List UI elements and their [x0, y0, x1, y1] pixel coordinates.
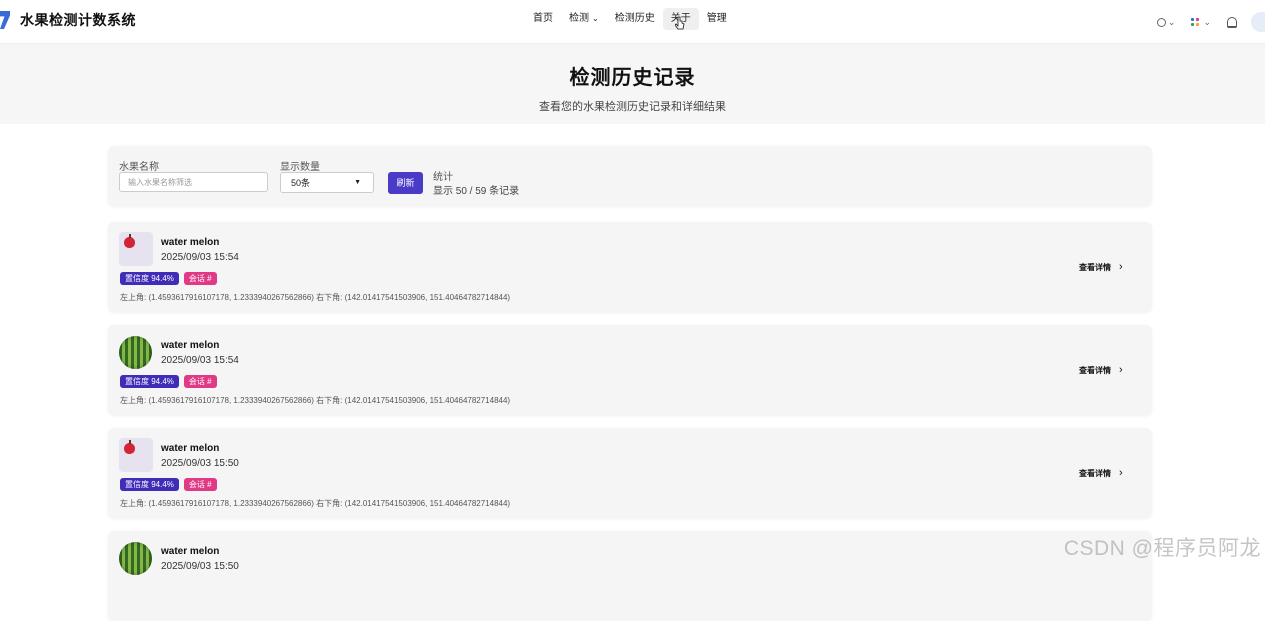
- main-nav: 首页 检测 ⌄ 检测历史 关于 管理: [525, 8, 735, 30]
- apps-grid-icon: [1191, 18, 1200, 26]
- globe-icon: [1156, 17, 1166, 27]
- record-time: 2025/09/03 15:54: [161, 252, 239, 263]
- view-detail-label: 查看详情: [1079, 262, 1111, 272]
- record-name: water melon: [161, 237, 220, 248]
- language-switcher[interactable]: ⌄: [1156, 16, 1176, 28]
- header-tools: ⌄ ⌄: [1141, 12, 1265, 32]
- record-card: water melon 2025/09/03 15:50 置信度 94.4% 会…: [108, 428, 1152, 518]
- watermark: CSDN @程序员阿龙: [1063, 537, 1261, 560]
- refresh-button[interactable]: 刷新: [388, 172, 423, 194]
- view-detail-label: 查看详情: [1079, 468, 1111, 478]
- page-title: 检测历史记录: [569, 67, 696, 89]
- page-subtitle: 查看您的水果检测历史记录和详细结果: [539, 101, 726, 113]
- chevron-right-icon: ›: [1119, 364, 1123, 376]
- fruit-name-label: 水果名称: [119, 162, 159, 173]
- record-name: water melon: [161, 340, 220, 351]
- nav-detect[interactable]: 检测 ⌄: [561, 8, 607, 30]
- nav-detect-label: 检测: [569, 13, 589, 24]
- brand[interactable]: 水果检测计数系统: [0, 10, 136, 30]
- record-card: water melon 2025/09/03 15:54 置信度 94.4% 会…: [108, 222, 1152, 312]
- mouse-cursor-icon: [675, 16, 685, 30]
- chevron-right-icon: ›: [1119, 467, 1123, 479]
- filter-panel: 水果名称 输入水果名称筛选 显示数量 50条 ▼ 刷新 统计 显示 50 / 5…: [108, 146, 1152, 206]
- confidence-badge: 置信度 94.4%: [120, 375, 179, 388]
- fruit-name-input[interactable]: 输入水果名称筛选: [119, 172, 268, 192]
- watermelon-icon: [119, 336, 152, 369]
- bell-icon: [1227, 16, 1237, 28]
- record-time: 2025/09/03 15:54: [161, 355, 239, 366]
- logo-icon: [0, 11, 10, 29]
- bbox-coords: 左上角: (1.4593617916107178, 1.233394026756…: [120, 396, 511, 405]
- session-badge: 会话 #: [183, 375, 217, 388]
- record-card: water melon 2025/09/03 15:54 置信度 94.4% 会…: [108, 325, 1152, 415]
- record-time: 2025/09/03 15:50: [161, 561, 239, 572]
- count-label: 显示数量: [280, 162, 320, 173]
- session-badge: 会话 #: [183, 478, 217, 491]
- chevron-down-icon: ⌄: [1167, 16, 1176, 27]
- view-detail-button[interactable]: 查看详情 ›: [1079, 467, 1123, 479]
- app-title: 水果检测计数系统: [20, 12, 136, 28]
- fruit-thumbnail: [119, 335, 153, 369]
- count-select-value: 50条: [291, 178, 311, 188]
- stats-label: 统计: [433, 172, 453, 183]
- confidence-badge: 置信度 94.4%: [120, 272, 179, 285]
- view-detail-label: 查看详情: [1079, 365, 1111, 375]
- count-select[interactable]: 50条 ▼: [280, 172, 374, 193]
- chevron-down-icon: ⌄: [592, 14, 599, 23]
- view-detail-button[interactable]: 查看详情 ›: [1079, 261, 1123, 273]
- bbox-coords: 左上角: (1.4593617916107178, 1.233394026756…: [120, 499, 511, 508]
- nav-history-label: 检测历史: [614, 13, 655, 24]
- record-card: water melon 2025/09/03 15:50: [108, 531, 1152, 621]
- apps-switcher[interactable]: ⌄: [1191, 17, 1211, 28]
- bbox-coords: 左上角: (1.4593617916107178, 1.233394026756…: [120, 293, 511, 302]
- nav-home[interactable]: 首页: [525, 8, 561, 30]
- apple-icon: [124, 440, 135, 454]
- session-badge: 会话 #: [183, 272, 217, 285]
- record-name: water melon: [161, 546, 220, 557]
- avatar[interactable]: [1251, 12, 1265, 32]
- confidence-badge: 置信度 94.4%: [120, 478, 179, 491]
- chevron-right-icon: ›: [1119, 261, 1123, 273]
- apple-icon: [124, 234, 135, 248]
- chevron-down-icon: ⌄: [1203, 16, 1211, 27]
- record-time: 2025/09/03 15:50: [161, 458, 239, 469]
- fruit-thumbnail: [119, 232, 153, 266]
- watermelon-icon: [119, 542, 152, 575]
- fruit-thumbnail: [119, 438, 153, 472]
- nav-admin[interactable]: 管理: [699, 8, 735, 30]
- page-header: 检测历史记录 查看您的水果检测历史记录和详细结果: [0, 44, 1265, 124]
- nav-history[interactable]: 检测历史: [607, 8, 663, 30]
- nav-admin-label: 管理: [706, 13, 727, 24]
- stats-value: 显示 50 / 59 条记录: [433, 186, 520, 197]
- record-name: water melon: [161, 443, 220, 454]
- caret-down-icon: ▼: [354, 179, 361, 186]
- top-navbar: 水果检测计数系统 首页 检测 ⌄ 检测历史 关于 管理 ⌄ ⌄: [0, 0, 1265, 44]
- notifications-button[interactable]: [1227, 16, 1237, 28]
- view-detail-button[interactable]: 查看详情 ›: [1079, 364, 1123, 376]
- nav-home-label: 首页: [533, 13, 553, 24]
